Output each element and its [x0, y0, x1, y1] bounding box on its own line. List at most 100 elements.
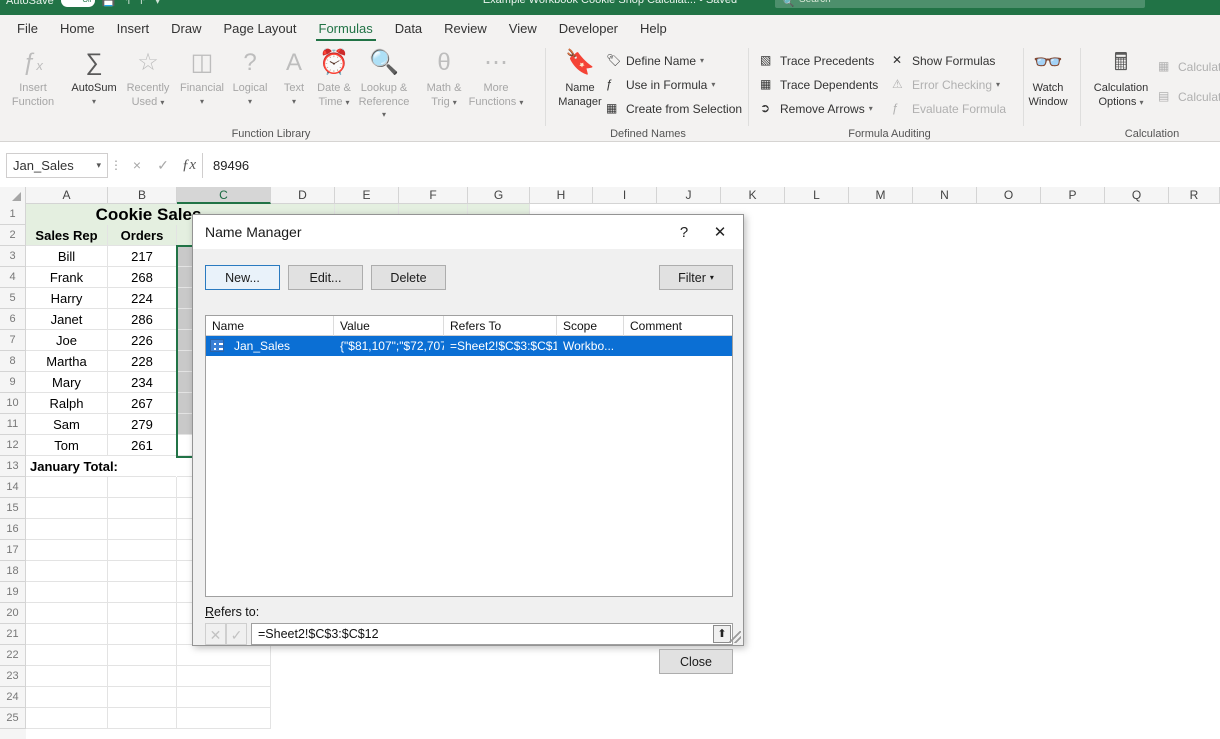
- trace-precedents-button[interactable]: ▧ Trace Precedents: [760, 50, 874, 71]
- cell-a13-total-label[interactable]: January Total:: [26, 456, 176, 477]
- formula-input[interactable]: 89496: [202, 152, 1214, 178]
- cell-b18[interactable]: [108, 561, 177, 582]
- row-header-17[interactable]: 17: [0, 540, 26, 561]
- column-header-i[interactable]: I: [593, 187, 657, 204]
- row-header-7[interactable]: 7: [0, 330, 26, 351]
- cell-a15[interactable]: [26, 498, 108, 519]
- cell-c23[interactable]: [177, 666, 271, 687]
- chevron-down-icon[interactable]: ▾: [869, 104, 873, 113]
- row-header-8[interactable]: 8: [0, 351, 26, 372]
- column-header-q[interactable]: Q: [1105, 187, 1169, 204]
- chevron-down-icon[interactable]: ▾: [160, 98, 164, 107]
- cell-a16[interactable]: [26, 519, 108, 540]
- row-header-20[interactable]: 20: [0, 603, 26, 624]
- tab-file[interactable]: File: [6, 15, 49, 42]
- remove-arrows-button[interactable]: ➲ Remove Arrows ▾: [760, 98, 873, 119]
- cell-b14[interactable]: [108, 477, 177, 498]
- tab-help[interactable]: Help: [629, 15, 678, 42]
- cell-a24[interactable]: [26, 687, 108, 708]
- chevron-down-icon[interactable]: ▾: [453, 98, 457, 107]
- use-in-formula-button[interactable]: ƒ Use in Formula ▾: [606, 74, 715, 95]
- help-icon[interactable]: ?: [671, 223, 697, 243]
- calculate-now-button[interactable]: ▦ Calculate Now: [1158, 56, 1220, 77]
- row-header-6[interactable]: 6: [0, 309, 26, 330]
- column-header-value[interactable]: Value: [334, 316, 444, 336]
- cell-b8[interactable]: 228: [108, 351, 177, 372]
- row-header-14[interactable]: 14: [0, 477, 26, 498]
- tab-page-layout[interactable]: Page Layout: [213, 15, 308, 42]
- new-button[interactable]: New...: [205, 265, 280, 290]
- column-header-a[interactable]: A: [26, 187, 108, 204]
- row-header-21[interactable]: 21: [0, 624, 26, 645]
- refers-to-input[interactable]: =Sheet2!$C$3:$C$12 ⬆: [251, 623, 733, 645]
- cell-a11[interactable]: Sam: [26, 414, 108, 435]
- column-header-r[interactable]: R: [1169, 187, 1220, 204]
- cell-b22[interactable]: [108, 645, 177, 666]
- column-header-e[interactable]: E: [335, 187, 399, 204]
- cell-b5[interactable]: 224: [108, 288, 177, 309]
- tab-insert[interactable]: Insert: [106, 15, 161, 42]
- chevron-down-icon[interactable]: ▾: [346, 98, 350, 107]
- cell-a3[interactable]: Bill: [26, 246, 108, 267]
- tab-home[interactable]: Home: [49, 15, 106, 42]
- date-time-button[interactable]: ⏰ Date & Time ▾: [306, 46, 362, 109]
- row-header-13[interactable]: 13: [0, 456, 26, 477]
- cell-b7[interactable]: 226: [108, 330, 177, 351]
- cell-a21[interactable]: [26, 624, 108, 645]
- math-trig-button[interactable]: θ Math & Trig ▾: [416, 46, 472, 109]
- row-header-22[interactable]: 22: [0, 645, 26, 666]
- row-header-15[interactable]: 15: [0, 498, 26, 519]
- chevron-down-icon[interactable]: ▾: [1139, 98, 1143, 107]
- row-header-5[interactable]: 5: [0, 288, 26, 309]
- row-header-2[interactable]: 2: [0, 225, 26, 246]
- column-header-o[interactable]: O: [977, 187, 1041, 204]
- cell-a10[interactable]: Ralph: [26, 393, 108, 414]
- cell-b19[interactable]: [108, 582, 177, 603]
- cell-c22[interactable]: [177, 645, 271, 666]
- cell-a9[interactable]: Mary: [26, 372, 108, 393]
- chevron-down-icon[interactable]: ▾: [519, 98, 523, 107]
- row-header-23[interactable]: 23: [0, 666, 26, 687]
- row-header-9[interactable]: 9: [0, 372, 26, 393]
- cancel-entry-button[interactable]: ×: [124, 157, 150, 173]
- row-header-12[interactable]: 12: [0, 435, 26, 456]
- chevron-down-icon[interactable]: ▾: [382, 110, 386, 119]
- more-functions-button[interactable]: ⋯ More Functions ▾: [468, 46, 524, 109]
- chevron-down-icon[interactable]: ▾: [66, 94, 122, 108]
- cell-b4[interactable]: 268: [108, 267, 177, 288]
- chevron-down-icon[interactable]: ▾: [700, 56, 704, 65]
- trace-dependents-button[interactable]: ▦ Trace Dependents: [760, 74, 878, 95]
- column-header-refers-to[interactable]: Refers To: [444, 316, 557, 336]
- refers-to-confirm-button[interactable]: ✓: [226, 623, 247, 645]
- column-header-c[interactable]: C: [177, 187, 271, 204]
- column-header-m[interactable]: M: [849, 187, 913, 204]
- chevron-down-icon[interactable]: ▾: [711, 80, 715, 89]
- column-header-l[interactable]: L: [785, 187, 849, 204]
- cell-b6[interactable]: 286: [108, 309, 177, 330]
- cell-a2-header[interactable]: Sales Rep: [26, 225, 108, 246]
- cell-b2-header[interactable]: Orders: [108, 225, 177, 246]
- row-header-25[interactable]: 25: [0, 708, 26, 729]
- row-header-18[interactable]: 18: [0, 561, 26, 582]
- row-header-19[interactable]: 19: [0, 582, 26, 603]
- cell-a14[interactable]: [26, 477, 108, 498]
- column-header-f[interactable]: F: [399, 187, 468, 204]
- tab-developer[interactable]: Developer: [548, 15, 629, 42]
- column-header-g[interactable]: G: [468, 187, 530, 204]
- tab-data[interactable]: Data: [384, 15, 433, 42]
- column-header-n[interactable]: N: [913, 187, 977, 204]
- calculation-options-button[interactable]: 🖩 Calculation Options ▾: [1086, 46, 1156, 109]
- cell-a8[interactable]: Martha: [26, 351, 108, 372]
- tab-draw[interactable]: Draw: [160, 15, 212, 42]
- cell-b21[interactable]: [108, 624, 177, 645]
- cell-a20[interactable]: [26, 603, 108, 624]
- names-list[interactable]: Name Value Refers To Scope Comment Jan_S…: [205, 315, 733, 597]
- cell-a5[interactable]: Harry: [26, 288, 108, 309]
- cell-b12[interactable]: 261: [108, 435, 177, 456]
- column-header-scope[interactable]: Scope: [557, 316, 624, 336]
- name-manager-button[interactable]: 🔖 Name Manager: [550, 46, 610, 108]
- name-box[interactable]: Jan_Sales ▾: [6, 152, 108, 178]
- evaluate-formula-button[interactable]: ƒ Evaluate Formula: [892, 98, 1006, 119]
- insert-function-button[interactable]: ƒx Insert Function: [5, 46, 61, 108]
- define-name-button[interactable]: 🏷 Define Name ▾: [606, 50, 704, 71]
